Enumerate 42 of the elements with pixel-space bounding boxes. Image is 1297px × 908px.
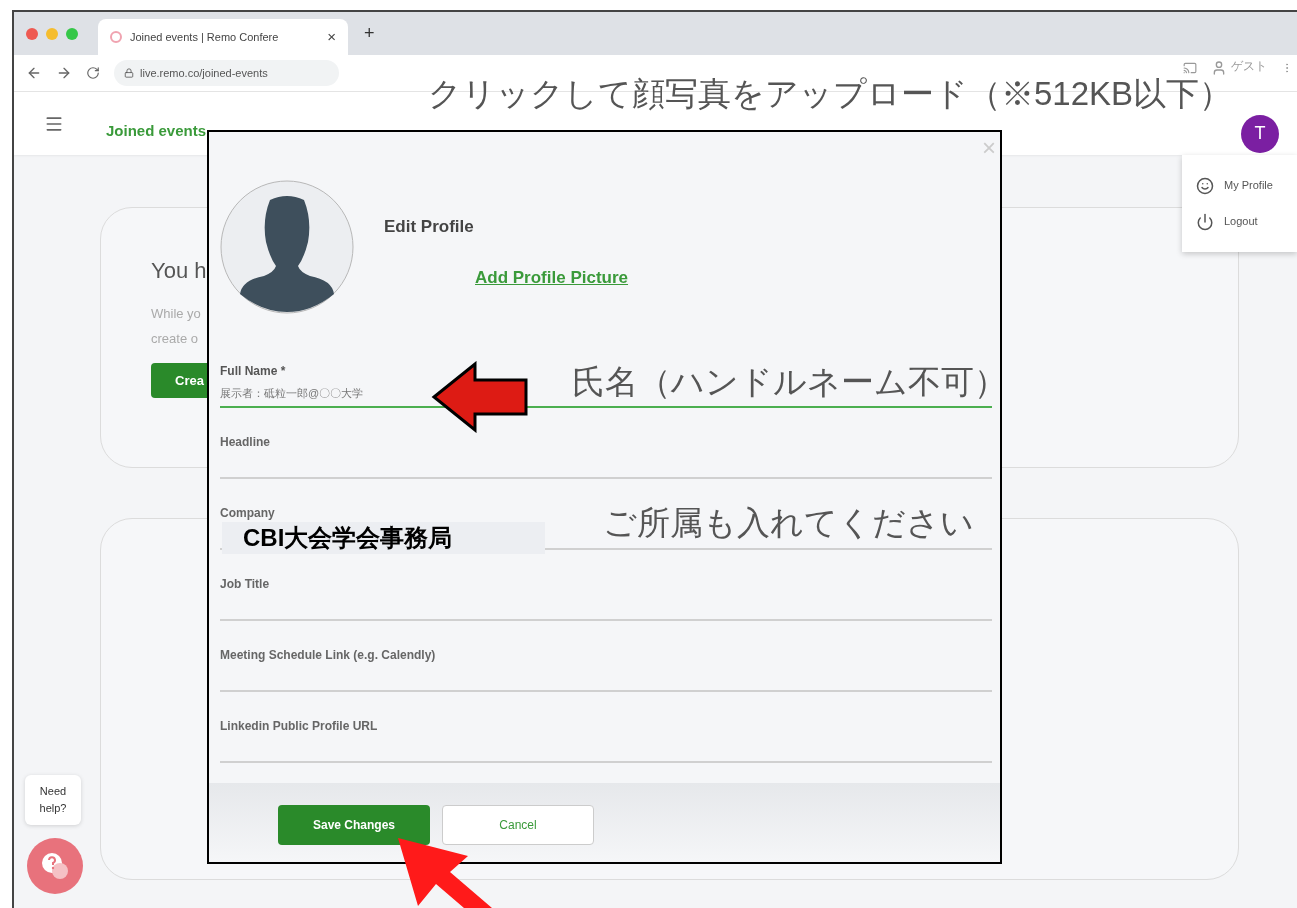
new-tab-button[interactable]: +: [364, 20, 375, 47]
profile-input-field[interactable]: Company: [220, 504, 275, 522]
annotation-text: ご所属も入れてください: [603, 503, 974, 543]
card-text: While yo: [151, 305, 201, 323]
profile-input-field[interactable]: Headline: [220, 433, 270, 451]
company-value-overlay: CBI大会学会事務局: [222, 522, 545, 554]
browser-tab[interactable]: Joined events | Remo Confere ×: [98, 19, 348, 55]
reload-icon[interactable]: [86, 66, 100, 80]
left-pointing-arrow-icon: [431, 361, 529, 433]
annotation-text: 氏名（ハンドルネーム不可）: [572, 362, 1007, 402]
power-icon: [1196, 212, 1214, 231]
page-title: Joined events: [106, 121, 207, 142]
help-chat-icon: [40, 851, 70, 881]
menu-item[interactable]: Logout: [1196, 212, 1297, 231]
site-favicon-icon: [110, 31, 122, 43]
add-profile-picture-link[interactable]: Add Profile Picture: [475, 265, 629, 291]
modal-title: Edit Profile: [384, 216, 474, 238]
lock-icon: [124, 68, 134, 78]
card-title: You h: [151, 257, 207, 285]
tab-title: Joined events | Remo Confere: [130, 29, 280, 45]
cast-icon[interactable]: [1183, 61, 1197, 75]
back-icon[interactable]: [26, 65, 42, 81]
card-text: create o: [151, 330, 199, 348]
face-icon: [1196, 176, 1214, 195]
user-avatar[interactable]: T: [1241, 114, 1279, 153]
menu-item[interactable]: My Profile: [1196, 176, 1297, 195]
avatar-silhouette-icon[interactable]: [220, 180, 354, 314]
help-bubble: Need help?: [25, 775, 81, 825]
forward-icon[interactable]: [56, 65, 72, 81]
annotation-text: クリックして顔写真をアップロード（※512KB以下）: [428, 74, 1233, 114]
profile-icon[interactable]: [1211, 60, 1227, 76]
maximize-window-icon[interactable]: [66, 27, 78, 40]
url-field[interactable]: live.remo.co/joined-events: [114, 60, 339, 86]
tab-close-button[interactable]: ×: [327, 25, 336, 49]
profile-label[interactable]: ゲスト: [1231, 57, 1267, 75]
save-changes-button[interactable]: Save Changes: [278, 805, 430, 845]
profile-input-field[interactable]: Full Name * 展示者：砥粒一郎@〇〇大学: [220, 362, 364, 402]
cancel-button[interactable]: Cancel: [442, 805, 594, 845]
profile-input-field[interactable]: Job Title: [220, 575, 270, 593]
profile-input-field[interactable]: Meeting Schedule Link (e.g. Calendly): [220, 646, 436, 664]
close-window-icon[interactable]: [26, 27, 38, 40]
profile-input-field[interactable]: Linkedin Public Profile URL: [220, 717, 378, 735]
